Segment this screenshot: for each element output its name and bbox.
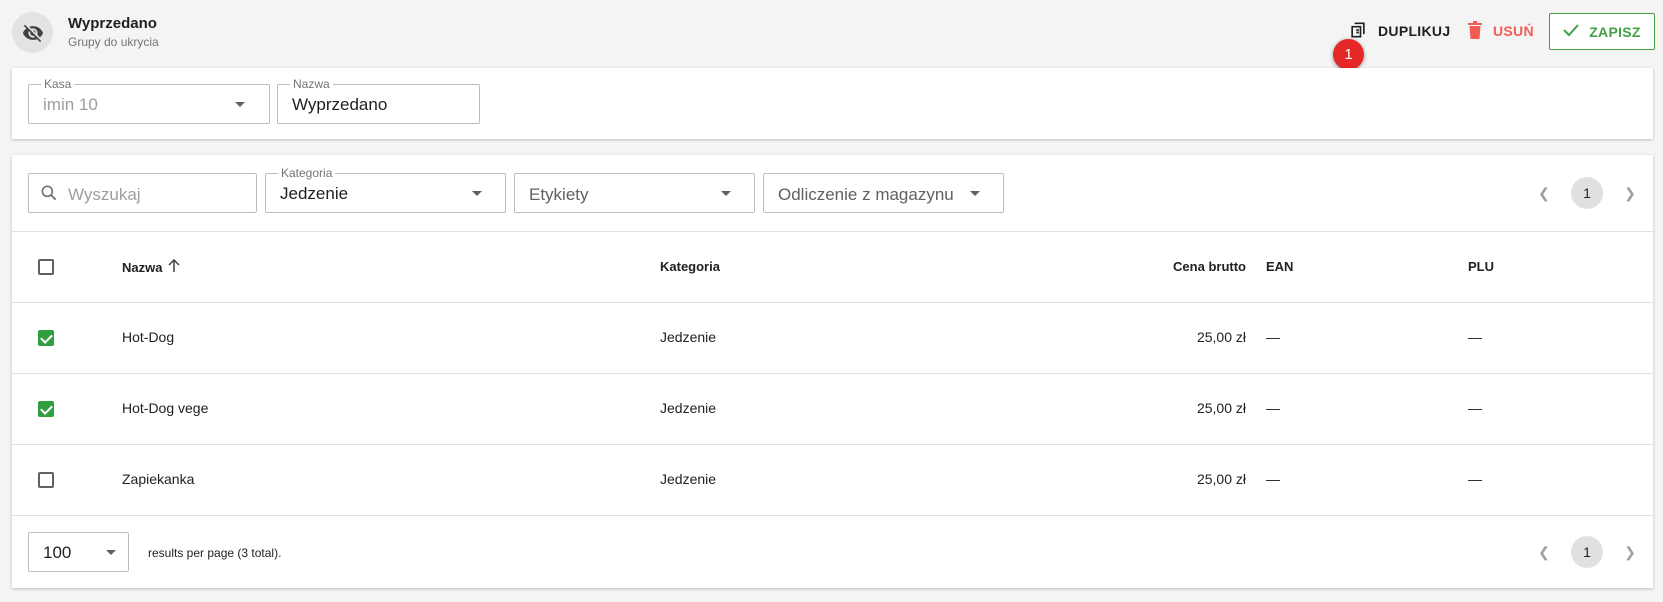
chevron-down-icon bbox=[970, 191, 980, 196]
divider bbox=[12, 231, 1653, 232]
page-header: Wyprzedano Grupy do ukrycia DUPLIKUJ USU… bbox=[0, 0, 1663, 70]
divider bbox=[12, 444, 1653, 445]
column-header-price[interactable]: Cena brutto bbox=[1102, 259, 1246, 274]
page-subtitle: Grupy do ukrycia bbox=[68, 35, 159, 49]
divider bbox=[12, 302, 1653, 303]
chevron-right-icon[interactable]: ❯ bbox=[1620, 185, 1640, 202]
notification-badge: 1 bbox=[1333, 39, 1364, 70]
per-page-value: 100 bbox=[43, 543, 72, 562]
row-plu: — bbox=[1468, 329, 1482, 345]
delete-button[interactable]: USUŃ bbox=[1467, 16, 1534, 46]
chevron-down-icon bbox=[721, 191, 731, 196]
duplicate-button[interactable]: DUPLIKUJ bbox=[1348, 16, 1450, 46]
kasa-select[interactable]: Kasa imin 10 bbox=[28, 77, 270, 124]
row-ean: — bbox=[1266, 400, 1280, 416]
pagination-bottom: ❮ 1 ❯ bbox=[1534, 536, 1640, 568]
odliczenie-placeholder: Odliczenie z magazynu bbox=[778, 185, 954, 204]
nazwa-value: Wyprzedano bbox=[292, 95, 388, 114]
column-header-category[interactable]: Kategoria bbox=[660, 259, 720, 274]
row-price: 25,00 zł bbox=[1196, 329, 1246, 345]
column-header-name-label: Nazwa bbox=[122, 260, 163, 275]
etykiety-select[interactable]: Etykiety bbox=[514, 173, 755, 213]
row-plu: — bbox=[1468, 471, 1482, 487]
row-checkbox[interactable] bbox=[38, 330, 54, 346]
row-checkbox[interactable] bbox=[38, 401, 54, 417]
chevron-left-icon[interactable]: ❮ bbox=[1534, 185, 1554, 202]
page-button[interactable]: 1 bbox=[1571, 177, 1603, 209]
save-label: ZAPISZ bbox=[1589, 23, 1641, 40]
row-plu: — bbox=[1468, 400, 1482, 416]
trash-icon bbox=[1467, 20, 1483, 42]
chevron-down-icon bbox=[106, 550, 116, 555]
divider bbox=[12, 515, 1653, 516]
page-title: Wyprzedano bbox=[68, 15, 157, 32]
products-card: Wyszukaj Kategoria Jedzenie Etykiety Odl… bbox=[12, 155, 1653, 588]
select-all-checkbox[interactable] bbox=[38, 259, 54, 275]
eye-off-icon bbox=[12, 12, 53, 53]
chevron-right-icon[interactable]: ❯ bbox=[1620, 544, 1640, 561]
search-placeholder: Wyszukaj bbox=[68, 185, 141, 204]
search-input[interactable]: Wyszukaj bbox=[28, 173, 257, 213]
odliczenie-select[interactable]: Odliczenie z magazynu bbox=[763, 173, 1004, 213]
check-icon bbox=[1563, 23, 1579, 40]
chevron-left-icon[interactable]: ❮ bbox=[1534, 544, 1554, 561]
row-name: Hot-Dog vege bbox=[122, 400, 209, 416]
nazwa-label: Nazwa bbox=[290, 77, 333, 91]
pagination-top: ❮ 1 ❯ bbox=[1534, 177, 1640, 209]
row-ean: — bbox=[1266, 471, 1280, 487]
kasa-value: imin 10 bbox=[43, 95, 98, 114]
kategoria-value: Jedzenie bbox=[280, 184, 349, 203]
row-name: Hot-Dog bbox=[122, 329, 175, 345]
row-price: 25,00 zł bbox=[1196, 400, 1246, 416]
column-header-plu[interactable]: PLU bbox=[1468, 259, 1494, 274]
row-name: Zapiekanka bbox=[122, 471, 195, 487]
row-category: Jedzenie bbox=[660, 471, 717, 487]
row-ean: — bbox=[1266, 329, 1280, 345]
page-button[interactable]: 1 bbox=[1571, 536, 1603, 568]
chevron-down-icon bbox=[472, 191, 482, 196]
row-checkbox[interactable] bbox=[38, 472, 54, 488]
row-category: Jedzenie bbox=[660, 400, 717, 416]
chevron-down-icon bbox=[235, 102, 245, 107]
kategoria-select[interactable]: Kategoria Jedzenie bbox=[265, 166, 506, 213]
divider bbox=[12, 373, 1653, 374]
arrow-up-icon bbox=[168, 258, 180, 276]
duplicate-label: DUPLIKUJ bbox=[1378, 23, 1451, 39]
row-category: Jedzenie bbox=[660, 329, 717, 345]
per-page-select[interactable]: 100 bbox=[28, 532, 129, 572]
column-header-name[interactable]: Nazwa bbox=[122, 258, 180, 276]
etykiety-placeholder: Etykiety bbox=[529, 185, 589, 204]
nazwa-field[interactable]: Nazwa Wyprzedano bbox=[277, 77, 480, 124]
results-text: results per page (3 total). bbox=[148, 546, 282, 560]
kategoria-label: Kategoria bbox=[278, 166, 336, 180]
kasa-label: Kasa bbox=[41, 77, 75, 91]
row-price: 25,00 zł bbox=[1196, 471, 1246, 487]
group-settings-card: Kasa imin 10 Nazwa Wyprzedano bbox=[12, 68, 1653, 139]
delete-label: USUŃ bbox=[1493, 23, 1534, 39]
save-button[interactable]: ZAPISZ bbox=[1549, 13, 1655, 50]
column-header-ean[interactable]: EAN bbox=[1266, 259, 1293, 274]
search-icon bbox=[39, 183, 59, 208]
